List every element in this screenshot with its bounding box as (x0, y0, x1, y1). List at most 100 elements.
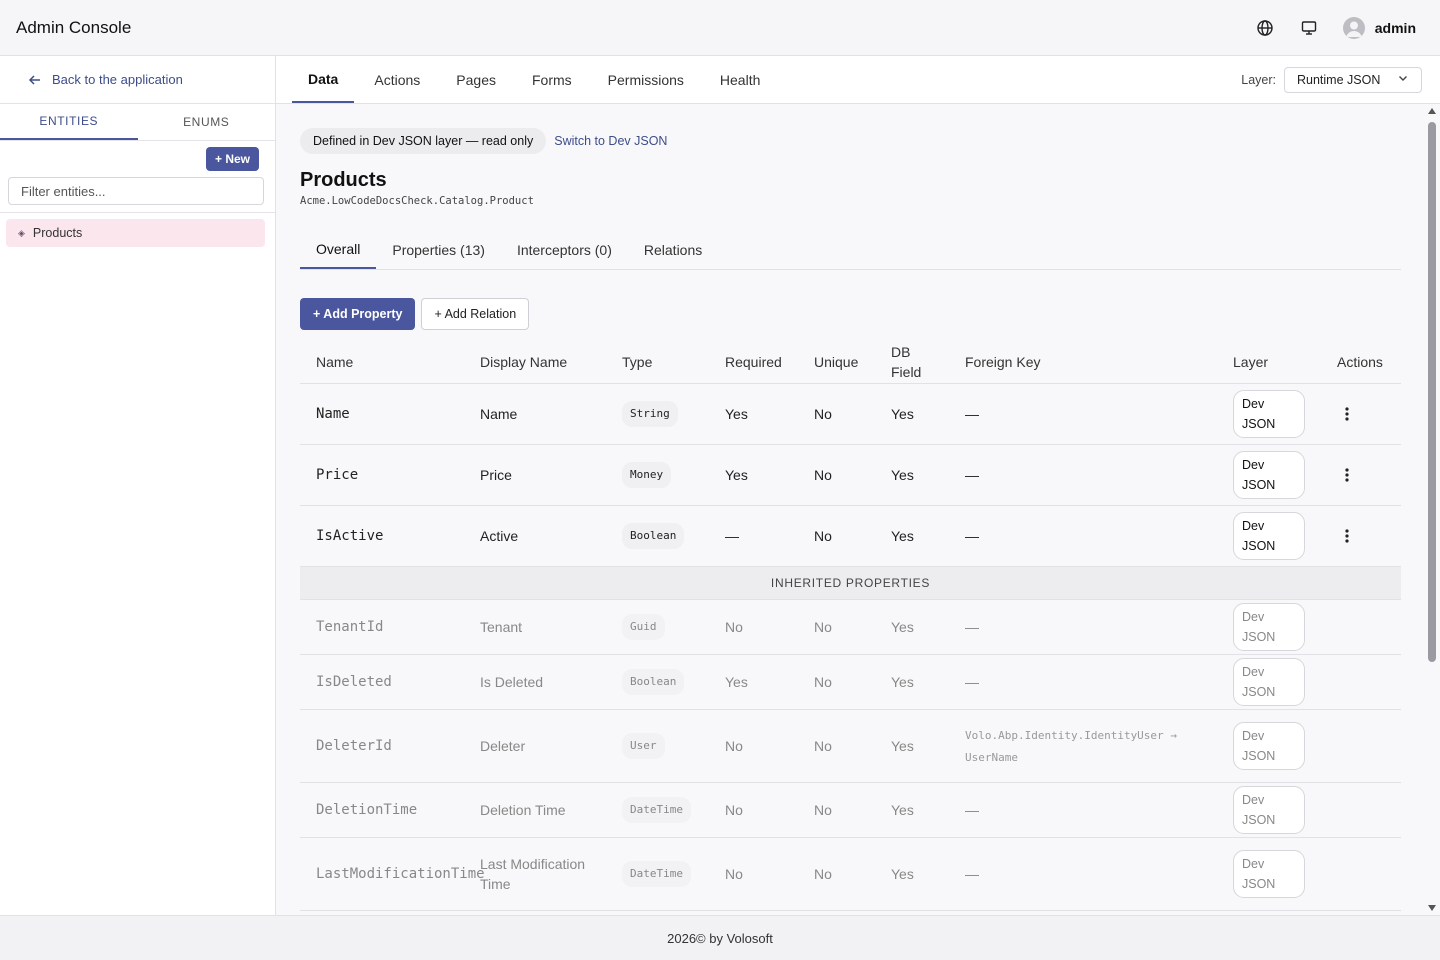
add-property-button[interactable]: + Add Property (300, 298, 416, 330)
globe-icon[interactable] (1255, 18, 1275, 38)
property-type-cell: String (606, 383, 709, 445)
table-row: Price Price Money Yes No Yes — Dev JSON (300, 444, 1401, 506)
table-row: TenantId Tenant Guid No No Yes — Dev JSO… (300, 599, 1401, 655)
property-db-field: Yes (875, 837, 949, 911)
property-foreign-key: — (949, 837, 1217, 911)
property-layer-cell: Dev JSON (1217, 383, 1321, 445)
layer-badge: Dev JSON (1233, 389, 1305, 438)
property-foreign-key-cell: Volo.Abp.Identity.IdentityUser → UserNam… (949, 709, 1217, 783)
layer-selector-area: Layer: Runtime JSON (1241, 56, 1440, 103)
property-type-cell: User (606, 709, 709, 783)
property-foreign-key: — (949, 505, 1217, 567)
layer-badge: Dev JSON (1233, 511, 1305, 560)
monitor-icon[interactable] (1299, 18, 1319, 38)
property-actions-cell (1321, 782, 1401, 838)
arrow-left-icon (28, 73, 42, 87)
property-db-field: Yes (875, 383, 949, 445)
property-unique: No (798, 782, 875, 838)
property-name: Price (300, 444, 464, 506)
sidebar-item-products[interactable]: ◈ Products (6, 219, 265, 247)
main-content: Defined in Dev JSON layer — read only Sw… (300, 104, 1401, 915)
property-display-name: Deleter (464, 709, 606, 783)
property-foreign-key: — (949, 444, 1217, 506)
add-relation-button[interactable]: + Add Relation (421, 298, 530, 330)
tab-data[interactable]: Data (292, 56, 355, 103)
property-actions-cell (1321, 654, 1401, 710)
new-entity-button[interactable]: + New (205, 147, 259, 171)
type-badge: Boolean (622, 522, 685, 549)
type-badge: DateTime (622, 860, 691, 887)
more-vertical-icon[interactable] (1337, 467, 1385, 482)
tab-forms[interactable]: Forms (516, 56, 588, 103)
property-layer-cell: Dev JSON (1217, 505, 1321, 567)
type-badge: Boolean (622, 668, 685, 695)
scroll-down-arrow-icon[interactable] (1424, 901, 1440, 915)
layer-badge: Dev JSON (1233, 849, 1305, 898)
tab-interceptors[interactable]: Interceptors (0) (501, 231, 628, 269)
switch-to-dev-json-link[interactable]: Switch to Dev JSON (554, 134, 667, 148)
tab-actions[interactable]: Actions (358, 56, 436, 103)
user-avatar-icon[interactable] (1342, 16, 1365, 39)
property-layer-cell: Dev JSON (1217, 709, 1321, 783)
type-badge: Guid (622, 613, 665, 640)
property-type-cell: Guid (606, 599, 709, 655)
tab-health[interactable]: Health (704, 56, 776, 103)
property-db-field: Yes (875, 599, 949, 655)
filter-entities-input[interactable] (8, 177, 264, 205)
property-layer-cell: Dev JSON (1217, 837, 1321, 911)
layer-select[interactable]: Runtime JSON (1284, 66, 1422, 93)
column-header-required: Required (709, 342, 798, 384)
tab-pages[interactable]: Pages (440, 56, 512, 103)
property-name: Name (300, 383, 464, 445)
properties-table: Name Display Name Type Required Unique D… (300, 342, 1401, 911)
app-title: Admin Console (16, 17, 132, 37)
property-required: Yes (709, 383, 798, 445)
layer-badge: Dev JSON (1233, 657, 1305, 706)
scrollbar-thumb[interactable] (1428, 122, 1436, 662)
tab-relations[interactable]: Relations (628, 231, 718, 269)
column-header-foreign-key: Foreign Key (949, 342, 1217, 384)
property-layer-cell: Dev JSON (1217, 444, 1321, 506)
property-actions-cell (1321, 383, 1401, 445)
main-navigation: Data Actions Pages Forms Permissions Hea… (276, 56, 1440, 104)
tab-properties[interactable]: Properties (13) (376, 231, 501, 269)
top-header: Admin Console admin (0, 0, 1440, 56)
sidebar-tab-entities[interactable]: ENTITIES (0, 104, 138, 140)
property-type-cell: Boolean (606, 505, 709, 567)
content-scrollbar[interactable] (1424, 104, 1440, 915)
sidebar-tab-enums[interactable]: ENUMS (138, 104, 276, 140)
table-row: Name Name String Yes No Yes — Dev JSON (300, 383, 1401, 445)
property-db-field: Yes (875, 709, 949, 783)
layer-badge: Dev JSON (1233, 785, 1305, 834)
chevron-down-icon (1397, 72, 1409, 87)
column-header-unique: Unique (798, 342, 875, 384)
property-required: No (709, 599, 798, 655)
layer-badge: Dev JSON (1233, 721, 1305, 770)
more-vertical-icon[interactable] (1337, 528, 1385, 543)
property-name: IsActive (300, 505, 464, 567)
table-row: DeleterId Deleter User No No Yes Volo.Ab… (300, 709, 1401, 783)
tab-permissions[interactable]: Permissions (592, 56, 700, 103)
layer-select-value: Runtime JSON (1297, 72, 1381, 87)
type-badge: Money (622, 461, 672, 488)
property-type-cell: Money (606, 444, 709, 506)
entity-tabs: Overall Properties (13) Interceptors (0)… (300, 231, 1401, 270)
more-vertical-icon[interactable] (1337, 406, 1385, 421)
property-required: Yes (709, 654, 798, 710)
user-name[interactable]: admin (1375, 20, 1416, 36)
property-actions-cell (1321, 709, 1401, 783)
property-unique: No (798, 837, 875, 911)
property-required: Yes (709, 444, 798, 506)
tab-overall[interactable]: Overall (300, 231, 377, 269)
property-display-name: Last Modification Time (464, 837, 606, 911)
property-name: LastModificationTime (300, 837, 485, 911)
property-actions-cell (1321, 837, 1401, 911)
back-to-application-link[interactable]: Back to the application (0, 56, 275, 104)
layer-badge: Dev JSON (1233, 602, 1305, 651)
property-name: DeleterId (300, 709, 464, 783)
inherited-properties-header: INHERITED PROPERTIES (300, 566, 1401, 600)
entity-namespace: Acme.LowCodeDocsCheck.Catalog.Product (300, 195, 534, 207)
foreign-key-reference: Volo.Abp.Identity.IdentityUser → UserNam… (965, 728, 1177, 764)
scroll-up-arrow-icon[interactable] (1424, 104, 1440, 118)
filter-wrapper (0, 177, 275, 213)
